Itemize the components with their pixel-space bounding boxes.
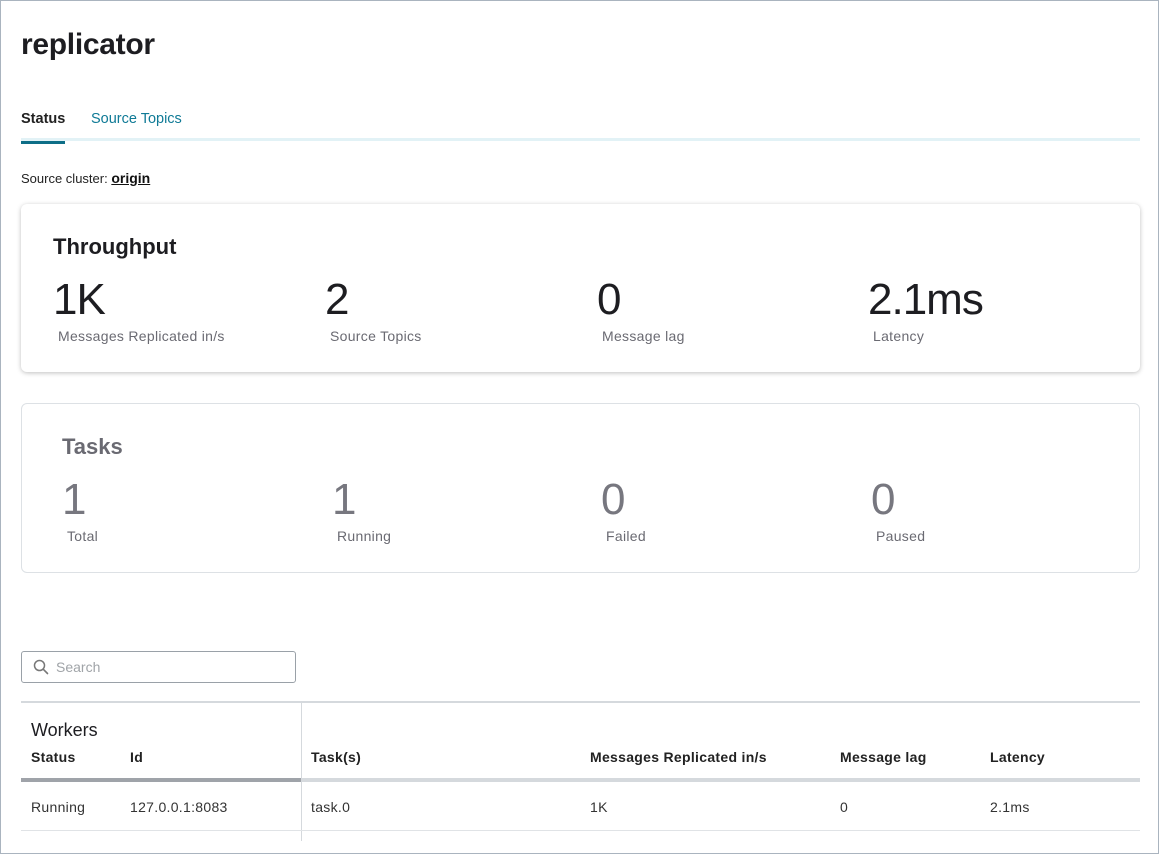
stat-messages-replicated: 1K Messages Replicated in/s (53, 275, 225, 345)
cell-message-lag: 0 (840, 799, 849, 815)
source-cluster: Source cluster: origin (21, 170, 150, 186)
cell-latency: 2.1ms (990, 799, 1030, 815)
cell-id: 127.0.0.1:8083 (130, 799, 228, 815)
stat-label: Paused (876, 528, 926, 544)
stat-label: Messages Replicated in/s (58, 328, 225, 344)
source-cluster-label: Source cluster: (21, 171, 108, 186)
workers-table: Workers Status Id Task(s) Messages Repli… (21, 701, 1140, 841)
header-rule (302, 778, 1140, 782)
stat-value: 1 (62, 475, 86, 524)
tab-status[interactable]: Status (21, 110, 66, 144)
search-icon (33, 659, 49, 675)
stat-value: 0 (597, 275, 621, 324)
tab-bar: Status Source Topics (21, 110, 1140, 144)
header-rule (21, 778, 301, 782)
stat-label: Total (67, 528, 99, 544)
stat-label: Running (337, 528, 392, 544)
cell-status: Running (31, 799, 86, 815)
source-cluster-link[interactable]: origin (111, 170, 150, 186)
page-title: replicator (21, 28, 155, 61)
tasks-title: Tasks (62, 434, 123, 459)
stat-value: 2.1ms (868, 275, 984, 324)
tasks-card: Tasks 1 Total 1 Running 0 Failed 0 Pause… (21, 403, 1140, 573)
stat-value: 1 (332, 475, 356, 524)
stat-failed: 0 Failed (601, 475, 646, 545)
table-column-divider (301, 701, 302, 841)
stat-value: 2 (325, 275, 349, 324)
stat-running: 1 Running (332, 475, 392, 545)
stat-source-topics: 2 Source Topics (325, 275, 422, 345)
stat-total: 1 Total (62, 475, 99, 545)
column-header-messages-replicated[interactable]: Messages Replicated in/s (590, 749, 767, 765)
stat-label: Failed (606, 528, 646, 544)
tab-source-topics[interactable]: Source Topics (91, 110, 182, 141)
throughput-title: Throughput (53, 234, 177, 259)
search-input[interactable] (56, 652, 286, 682)
stat-value: 0 (871, 475, 895, 524)
stat-value: 1K (53, 275, 106, 324)
stat-value: 0 (601, 475, 625, 524)
search-box[interactable] (21, 651, 296, 683)
stat-label: Message lag (602, 328, 685, 344)
stat-latency: 2.1ms Latency (868, 275, 984, 345)
throughput-card: Throughput 1K Messages Replicated in/s 2… (21, 204, 1140, 372)
column-header-id[interactable]: Id (130, 749, 143, 765)
cell-tasks: task.0 (311, 799, 351, 815)
stat-paused: 0 Paused (871, 475, 926, 545)
column-header-tasks[interactable]: Task(s) (311, 749, 361, 765)
row-rule (21, 830, 1140, 831)
stat-label: Source Topics (330, 328, 422, 344)
table-top-rule (21, 701, 1140, 703)
stat-label: Latency (873, 328, 925, 344)
stat-message-lag: 0 Message lag (597, 275, 685, 345)
cell-messages-replicated: 1K (590, 799, 608, 815)
column-header-latency[interactable]: Latency (990, 749, 1045, 765)
column-header-message-lag[interactable]: Message lag (840, 749, 927, 765)
workers-title: Workers (31, 720, 98, 740)
column-header-status[interactable]: Status (31, 749, 76, 765)
